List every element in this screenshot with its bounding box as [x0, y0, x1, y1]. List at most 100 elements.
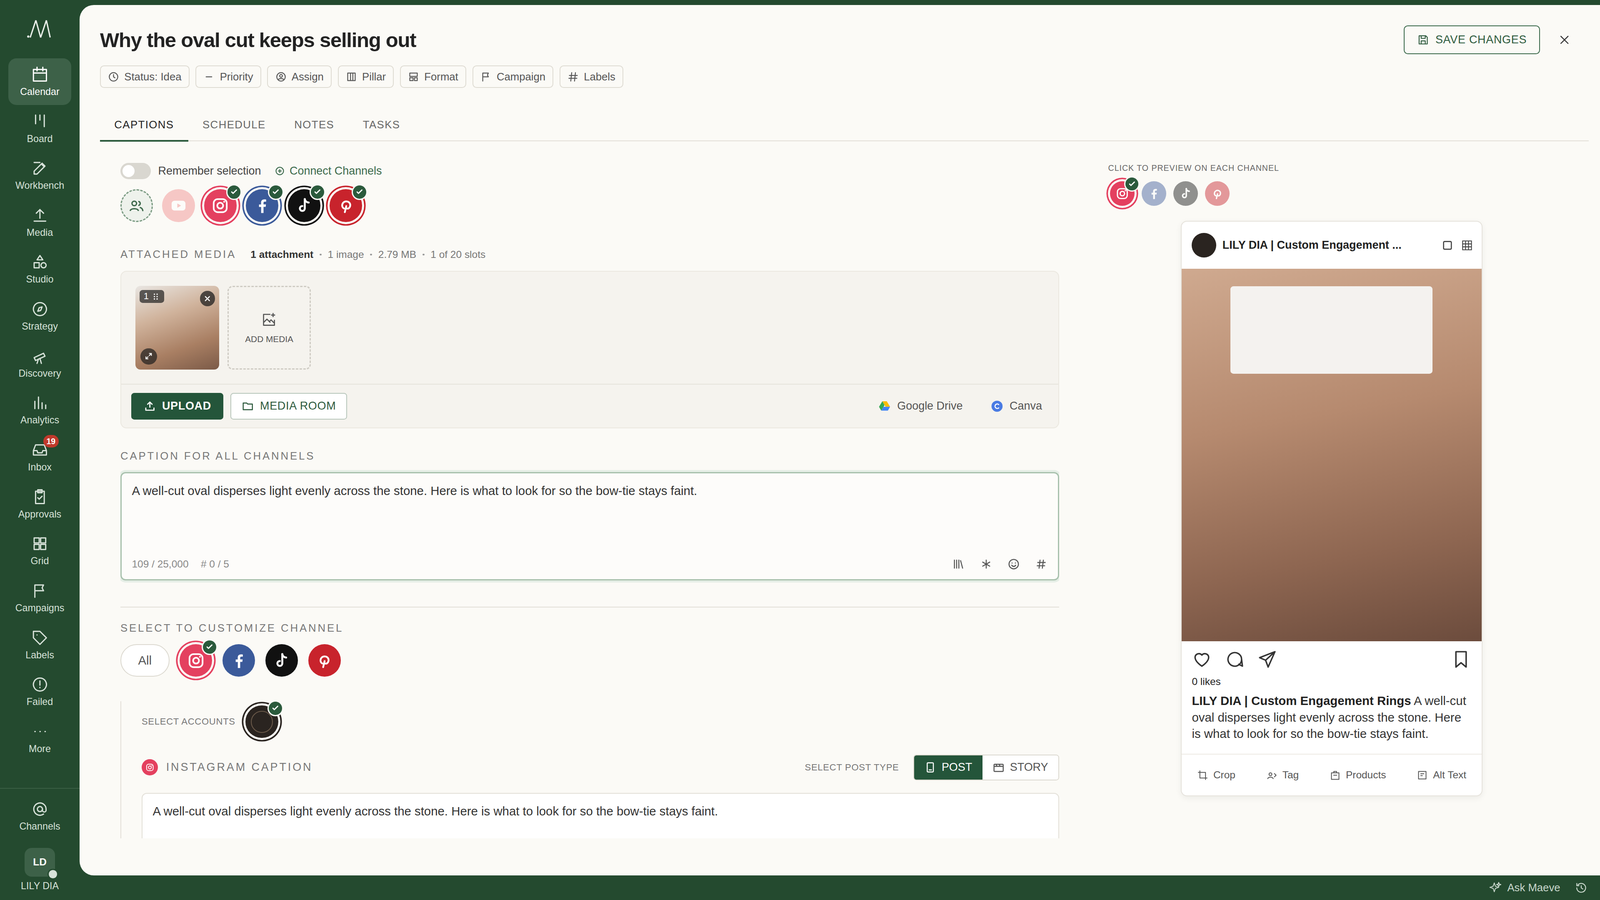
property-chip[interactable]: Format — [400, 65, 467, 88]
sidebar-item[interactable]: Approvals — [8, 480, 72, 528]
sidebar-item[interactable]: Media — [8, 199, 72, 247]
ai-icon[interactable] — [979, 557, 993, 571]
canva-icon — [990, 399, 1004, 413]
channel-avatar[interactable] — [204, 189, 237, 222]
sidebar-item[interactable]: 19 Inbox — [8, 433, 72, 481]
caption-editor: Remember selection Connect Channels ATTA… — [120, 162, 1060, 839]
facebook-icon — [1146, 186, 1162, 201]
save-button[interactable]: SAVE CHANGES — [1403, 25, 1540, 55]
check-badge — [351, 184, 368, 200]
media-room-button[interactable]: MEDIA ROOM — [230, 392, 347, 420]
sidebar-item[interactable]: More — [8, 715, 72, 763]
account[interactable]: LD LILY DIA — [20, 847, 59, 892]
image-tool[interactable]: Tag — [1266, 769, 1300, 781]
chip-icon — [407, 71, 420, 83]
preview-channel[interactable] — [1205, 181, 1230, 206]
image-tool[interactable]: Alt Text — [1416, 769, 1467, 781]
ask-maeve-button[interactable]: Ask Maeve — [1488, 881, 1560, 895]
add-media-button[interactable]: ADD MEDIA — [227, 285, 312, 370]
sidebar-item[interactable]: Failed — [8, 668, 72, 716]
tool-icon — [1266, 769, 1278, 781]
sidebar-item[interactable]: Grid — [8, 527, 72, 575]
channel-avatar[interactable] — [245, 189, 279, 222]
instagram-caption-input[interactable]: A well-cut oval disperses light evenly a… — [141, 792, 1060, 839]
post-type-option[interactable]: STORY — [982, 755, 1059, 780]
check-badge — [267, 184, 284, 200]
media-thumbnail[interactable]: 1 — [135, 285, 220, 370]
channel-avatar[interactable] — [329, 189, 363, 222]
all-channels-button[interactable]: All — [120, 644, 170, 677]
tiktok-icon — [294, 195, 314, 216]
check-badge — [309, 184, 326, 200]
channel-tab[interactable] — [179, 644, 213, 677]
check-badge — [267, 700, 284, 717]
order-badge[interactable]: 1 — [139, 290, 165, 303]
grid-view-icon[interactable] — [1460, 238, 1474, 253]
media-source[interactable]: Canva — [990, 399, 1043, 413]
channel-avatar[interactable] — [120, 189, 153, 222]
upload-button[interactable]: UPLOAD — [131, 392, 224, 420]
remember-toggle[interactable] — [120, 162, 151, 180]
property-chip[interactable]: Pillar — [337, 65, 395, 88]
property-chip[interactable]: Status: Idea — [100, 65, 190, 88]
nav-icon — [31, 206, 49, 225]
image-tool[interactable]: Crop — [1197, 769, 1236, 781]
emoji-icon[interactable] — [1007, 557, 1021, 571]
sidebar-item[interactable]: Strategy — [8, 292, 72, 340]
tabs: CAPTIONSSCHEDULENOTESTASKS — [100, 109, 1589, 142]
heart-icon[interactable] — [1191, 649, 1213, 670]
sparkle-icon — [1488, 881, 1503, 895]
preview-channel[interactable] — [1110, 181, 1135, 206]
channel-tab[interactable] — [222, 644, 255, 677]
property-chip[interactable]: Assign — [267, 65, 332, 88]
channels-item[interactable]: Channels — [8, 792, 72, 840]
library-icon[interactable] — [951, 557, 965, 571]
share-icon[interactable] — [1257, 649, 1278, 670]
caption-input[interactable]: A well-cut oval disperses light evenly a… — [120, 472, 1060, 581]
sidebar-item[interactable]: Campaigns — [8, 574, 72, 622]
sidebar-nav: Calendar Board Workbench Media Studio St… — [8, 58, 72, 763]
logo[interactable] — [25, 0, 55, 59]
connect-channels[interactable]: Connect Channels — [274, 164, 382, 178]
check-badge — [226, 184, 243, 200]
history-icon[interactable] — [1574, 881, 1588, 895]
comment-icon[interactable] — [1224, 649, 1245, 670]
bookmark-icon[interactable] — [1450, 649, 1472, 670]
account-avatar[interactable] — [245, 705, 278, 738]
expand-button[interactable] — [140, 348, 157, 365]
channel-tab[interactable] — [308, 644, 341, 677]
post-type-option[interactable]: POST — [914, 755, 983, 780]
tab[interactable]: NOTES — [280, 109, 349, 142]
media-source[interactable]: Google Drive — [877, 399, 963, 413]
channel-avatar[interactable] — [162, 189, 195, 222]
channel-settings: SELECT ACCOUNTS INSTAGRAM CAPTION SELECT… — [120, 701, 1060, 839]
tab[interactable]: SCHEDULE — [188, 109, 280, 142]
image-tool[interactable]: Products — [1329, 769, 1387, 781]
sidebar-item[interactable]: Calendar — [8, 58, 72, 106]
tab[interactable]: CAPTIONS — [100, 109, 189, 142]
channel-avatar[interactable] — [287, 189, 321, 222]
sidebar-item[interactable]: Analytics — [8, 386, 72, 434]
close-icon — [1558, 33, 1571, 46]
check-icon — [1127, 180, 1137, 189]
hashtag-icon[interactable] — [1034, 557, 1048, 571]
remove-button[interactable] — [200, 290, 216, 307]
sidebar-item[interactable]: Board — [8, 105, 72, 153]
close-button[interactable] — [1558, 33, 1571, 46]
preview-channel[interactable] — [1141, 181, 1167, 206]
channel-tab[interactable] — [265, 644, 298, 677]
sidebar-item[interactable]: Workbench — [8, 152, 72, 200]
tab[interactable]: TASKS — [348, 109, 415, 142]
property-chip[interactable]: Labels — [559, 65, 624, 88]
sidebar-item[interactable]: Discovery — [8, 339, 72, 387]
preview-channel[interactable] — [1173, 181, 1198, 206]
sidebar-item[interactable]: Studio — [8, 245, 72, 293]
sidebar-item[interactable]: Labels — [8, 621, 72, 669]
save-icon — [1417, 33, 1430, 46]
single-view-icon[interactable] — [1440, 238, 1455, 253]
property-chip[interactable]: Priority — [195, 65, 261, 88]
property-chip[interactable]: Campaign — [472, 65, 554, 88]
media-box: 1 ADD MEDIA UPLOAD MEDIA ROOM Google Dri… — [120, 270, 1060, 429]
post-title[interactable]: Why the oval cut keeps selling out — [100, 28, 1405, 52]
pinterest-icon — [336, 195, 356, 216]
